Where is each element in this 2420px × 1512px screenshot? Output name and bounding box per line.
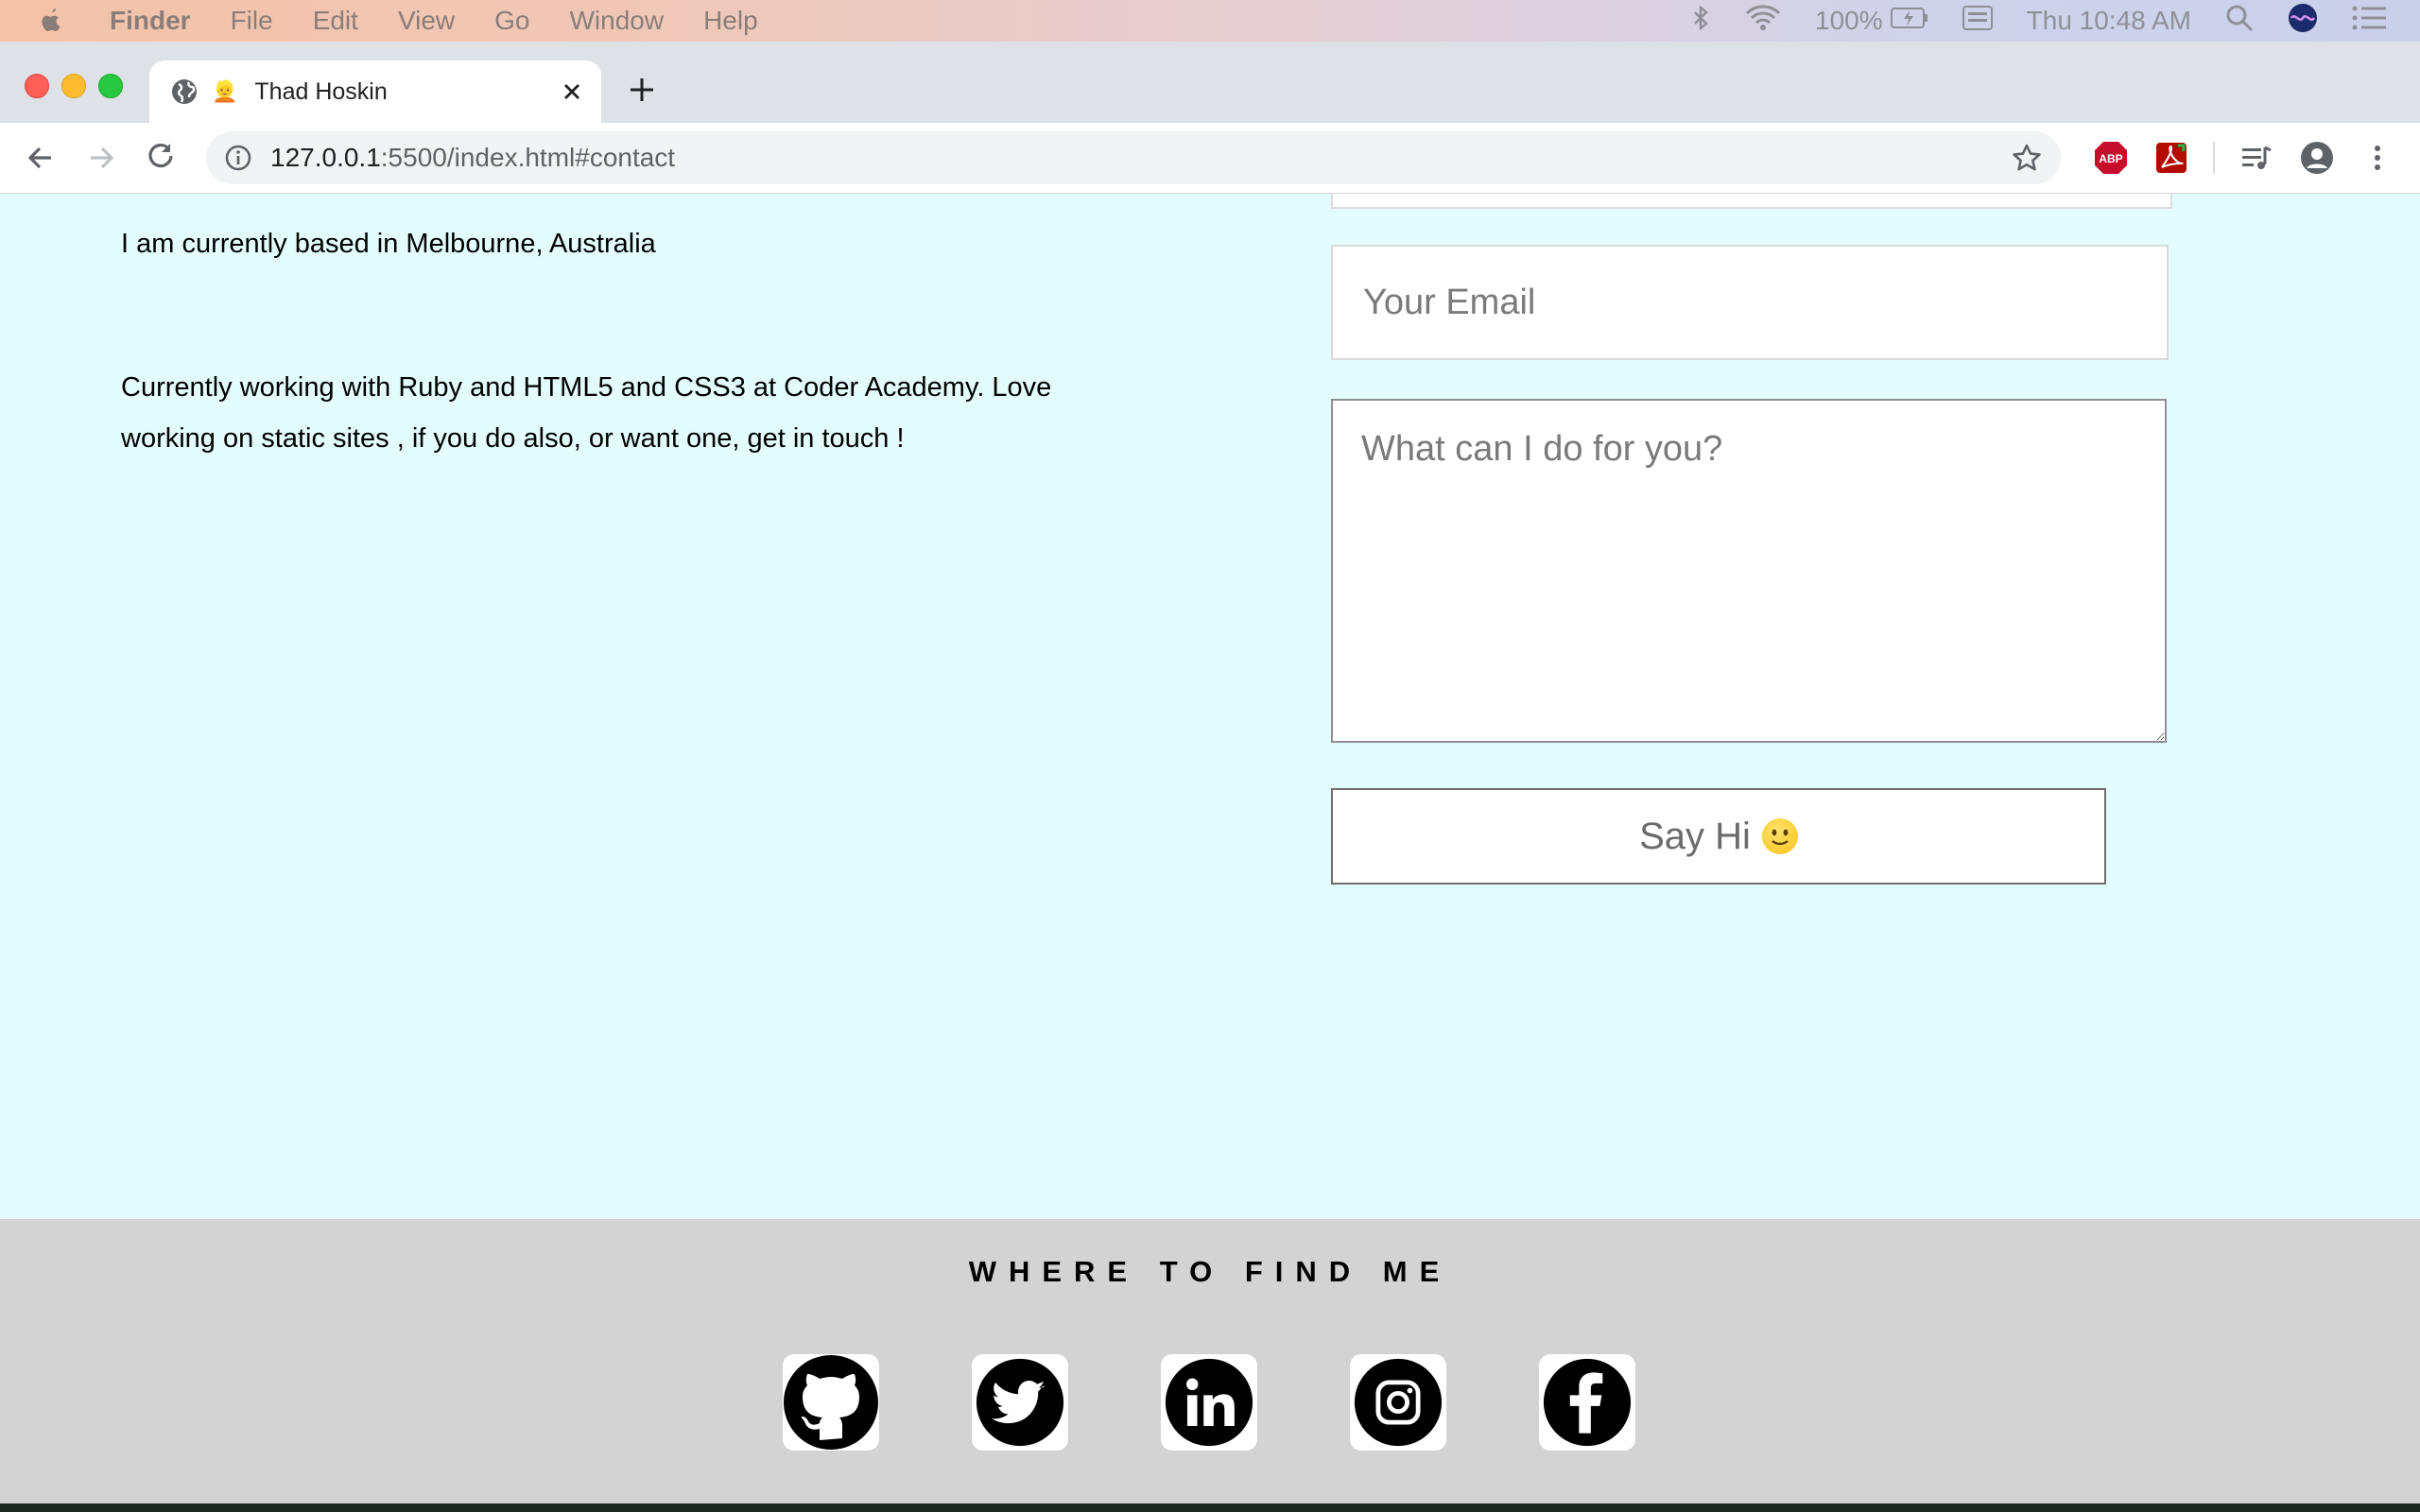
url-path: :5500/index.html#contact <box>380 143 676 172</box>
menu-go[interactable]: Go <box>494 6 529 36</box>
bio-text: Currently working with Ruby and HTML5 an… <box>121 372 1052 454</box>
linkedin-link[interactable] <box>1161 1354 1257 1451</box>
menu-edit[interactable]: Edit <box>313 6 358 36</box>
facebook-link[interactable] <box>1539 1354 1635 1451</box>
menu-window[interactable]: Window <box>569 6 664 36</box>
footer-title: WHERE TO FIND ME <box>968 1255 1452 1288</box>
adblock-plus-icon[interactable]: ABP <box>2093 140 2129 176</box>
new-tab-icon[interactable] <box>626 74 658 106</box>
menu-help[interactable]: Help <box>703 6 758 36</box>
twitter-icon <box>976 1358 1064 1447</box>
tab-favicon: 👱 <box>212 79 238 103</box>
notification-center-icon[interactable] <box>2352 6 2386 37</box>
browser-toolbar: 127.0.0.1:5500/index.html#contact ABP <box>0 123 2420 194</box>
menu-view[interactable]: View <box>398 6 455 36</box>
spotlight-search-icon[interactable] <box>2225 4 2254 39</box>
name-input-partial[interactable] <box>1331 194 2172 209</box>
siri-icon[interactable] <box>2288 3 2318 40</box>
instagram-link[interactable] <box>1350 1354 1446 1451</box>
message-textarea[interactable] <box>1331 399 2167 743</box>
address-bar[interactable]: 127.0.0.1:5500/index.html#contact <box>206 131 2061 184</box>
say-hi-label: Say Hi <box>1639 815 1751 857</box>
desktop-background-strip <box>0 1503 2420 1512</box>
pdf-extension-icon[interactable] <box>2153 140 2189 176</box>
footer: WHERE TO FIND ME <box>0 1219 2420 1503</box>
location-text: I am currently based in Melbourne, Austr… <box>121 229 656 259</box>
forward-arrow-icon[interactable] <box>83 140 119 176</box>
twitter-link[interactable] <box>972 1354 1068 1451</box>
toolbar-divider <box>2213 142 2215 174</box>
address-url: 127.0.0.1:5500/index.html#contact <box>270 143 675 173</box>
wifi-icon[interactable] <box>1745 4 1781 38</box>
media-control-icon[interactable] <box>2238 140 2274 176</box>
github-icon <box>784 1355 878 1450</box>
battery-icon[interactable] <box>1890 6 1928 36</box>
profile-icon[interactable] <box>2299 140 2335 176</box>
instagram-icon <box>1354 1358 1443 1447</box>
reload-icon[interactable] <box>144 140 180 176</box>
macos-menu-bar: Finder File Edit View Go Window Help 100… <box>0 0 2420 42</box>
tab-close-icon[interactable] <box>558 77 586 106</box>
menubar-clock[interactable]: Thu 10:48 AM <box>2027 6 2191 36</box>
apple-logo-icon[interactable] <box>38 7 66 35</box>
page-viewport[interactable]: I am currently based in Melbourne, Austr… <box>0 194 2420 1503</box>
browser-tab-strip: 👱 Thad Hoskin <box>0 42 2420 123</box>
window-minimize-button[interactable] <box>61 74 86 98</box>
back-arrow-icon[interactable] <box>23 140 59 176</box>
keyboard-icon[interactable] <box>1962 5 1993 37</box>
menubar-status-area: 100% Thu 10:48 AM <box>1690 0 2420 42</box>
battery-percent: 100% <box>1815 6 1883 35</box>
window-close-button[interactable] <box>25 74 49 98</box>
bluetooth-icon[interactable] <box>1690 4 1711 37</box>
menu-app-name[interactable]: Finder <box>110 6 191 36</box>
globe-icon <box>170 77 199 106</box>
social-links <box>783 1354 1728 1451</box>
say-hi-button[interactable]: Say Hi <box>1331 788 2106 885</box>
adblock-label: ABP <box>2099 152 2122 165</box>
email-field[interactable] <box>1331 245 2169 360</box>
tab-title: Thad Hoskin <box>254 77 388 105</box>
bookmark-star-icon[interactable] <box>2012 143 2042 173</box>
linkedin-icon <box>1165 1358 1253 1447</box>
github-link[interactable] <box>783 1354 879 1451</box>
site-info-icon[interactable] <box>223 143 253 173</box>
browser-menu-icon[interactable] <box>2360 140 2395 176</box>
browser-tab-active[interactable]: 👱 Thad Hoskin <box>149 60 601 123</box>
url-host: 127.0.0.1 <box>270 143 381 172</box>
window-fullscreen-button[interactable] <box>98 74 123 98</box>
facebook-icon <box>1543 1358 1632 1447</box>
menu-file[interactable]: File <box>231 6 273 36</box>
smiley-icon <box>1761 818 1798 854</box>
